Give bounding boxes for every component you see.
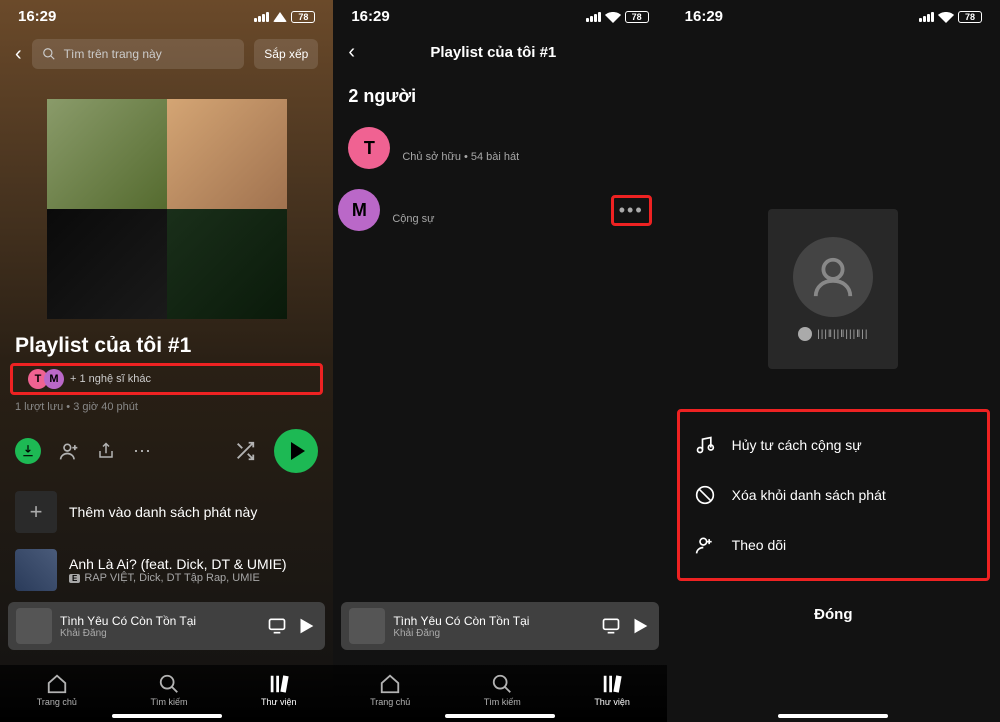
cast-icon[interactable] (601, 616, 621, 636)
sort-button[interactable]: Sắp xếp (254, 39, 318, 69)
home-indicator (112, 714, 222, 718)
add-to-playlist-row[interactable]: + Thêm vào danh sách phát này (15, 483, 318, 541)
music-note-icon (695, 435, 717, 455)
action-sheet: Hủy tư cách cộng sự Xóa khỏi danh sách p… (677, 409, 990, 581)
battery-icon: 78 (958, 11, 982, 23)
person-row-collaborator[interactable]: M Cộng sự ••• (333, 179, 666, 241)
playlist-cover (47, 99, 287, 319)
action-follow[interactable]: Theo dõi (680, 520, 987, 570)
np-thumb (16, 608, 52, 644)
avatar-t-icon: T (348, 127, 390, 169)
contrib-extra-text: + 1 nghệ sĩ khác (70, 373, 151, 385)
wifi-icon (938, 11, 954, 23)
library-icon (268, 673, 290, 695)
nav-library[interactable]: Thư viện (594, 673, 630, 707)
download-button[interactable] (15, 438, 41, 464)
now-playing-bar[interactable]: Tình Yêu Có Còn Tồn Tại Khải Đăng (8, 602, 325, 650)
more-button[interactable]: ⋯ (133, 441, 151, 462)
profile-avatar (793, 237, 873, 317)
profile-card: |||‖||‖|||‖|| (768, 209, 898, 369)
signal-icon (586, 12, 601, 22)
shuffle-button[interactable] (234, 440, 256, 462)
playlist-meta: 1 lượt lưu • 3 giờ 40 phút (0, 395, 333, 419)
battery-icon: 78 (291, 11, 315, 23)
avatar-m-icon: M (44, 369, 64, 389)
people-count: 2 người (333, 76, 666, 117)
search-icon (42, 47, 56, 61)
nav-search[interactable]: Tìm kiếm (150, 673, 187, 707)
battery-icon: 78 (625, 11, 649, 23)
spotify-code: |||‖||‖|||‖|| (798, 327, 868, 341)
close-button[interactable]: Đóng (667, 581, 1000, 653)
signal-icon (254, 12, 269, 22)
nav-search[interactable]: Tìm kiếm (484, 673, 521, 707)
home-icon (379, 673, 401, 695)
home-indicator (445, 714, 555, 718)
person-icon (810, 254, 856, 300)
person-more-button[interactable]: ••• (611, 195, 652, 226)
search-icon (158, 673, 180, 695)
action-remove-from-playlist[interactable]: Xóa khỏi danh sách phát (680, 470, 987, 520)
status-time: 16:29 (685, 8, 723, 25)
download-icon (21, 444, 35, 458)
track-thumb (15, 549, 57, 591)
home-indicator (778, 714, 888, 718)
share-button[interactable] (97, 442, 115, 460)
action-revoke-collaborator[interactable]: Hủy tư cách cộng sự (680, 420, 987, 470)
play-button[interactable] (274, 429, 318, 473)
plus-icon: + (15, 491, 57, 533)
search-input[interactable]: Tìm trên trang này (32, 39, 245, 69)
np-play-icon[interactable] (295, 615, 317, 637)
contributors-row[interactable]: T M + 1 nghệ sĩ khác (10, 363, 323, 395)
signal-icon (919, 12, 934, 22)
nav-home[interactable]: Trang chủ (37, 673, 77, 707)
avatar-m-icon: M (338, 189, 380, 231)
ban-icon (695, 485, 717, 505)
share-icon (97, 442, 115, 460)
person-row-owner[interactable]: T Chủ sở hữu • 54 bài hát (333, 117, 666, 179)
np-thumb (349, 608, 385, 644)
add-user-button[interactable] (59, 441, 79, 461)
back-button[interactable]: ‹ (15, 43, 22, 66)
status-time: 16:29 (351, 8, 389, 25)
nav-home[interactable]: Trang chủ (370, 673, 410, 707)
status-bar: 16:29 78 (667, 0, 1000, 29)
add-user-icon (59, 441, 79, 461)
status-bar: 16:29 78 (333, 0, 666, 29)
wifi-icon (273, 12, 287, 22)
collaborators-screen: 16:29 78 ‹ Playlist của tôi #1 2 người T… (333, 0, 666, 722)
search-icon (491, 673, 513, 695)
library-icon (601, 673, 623, 695)
np-play-icon[interactable] (629, 615, 651, 637)
status-time: 16:29 (18, 8, 56, 25)
explicit-badge: E (69, 574, 80, 583)
back-button[interactable]: ‹ (348, 41, 355, 64)
now-playing-bar[interactable]: Tình Yêu Có Còn Tồn Tại Khải Đăng (341, 602, 658, 650)
shuffle-icon (234, 440, 256, 462)
screen-title: Playlist của tôi #1 (355, 44, 632, 61)
wifi-icon (605, 11, 621, 23)
nav-library[interactable]: Thư viện (261, 673, 297, 707)
follow-icon (695, 535, 717, 555)
play-icon (291, 442, 305, 460)
spotify-icon (798, 327, 812, 341)
search-placeholder: Tìm trên trang này (64, 47, 162, 61)
action-sheet-screen: 16:29 78 |||‖||‖|||‖|| Hủy tư cách cộng … (667, 0, 1000, 722)
track-row[interactable]: Anh Là Ai? (feat. Dick, DT & UMIE) ERAP … (15, 541, 318, 599)
cast-icon[interactable] (267, 616, 287, 636)
home-icon (46, 673, 68, 695)
status-bar: 16:29 78 (0, 0, 333, 29)
playlist-screen: 16:29 78 ‹ Tìm trên trang này Sắp xếp Pl… (0, 0, 333, 722)
playlist-title: Playlist của tôi #1 (0, 319, 333, 363)
